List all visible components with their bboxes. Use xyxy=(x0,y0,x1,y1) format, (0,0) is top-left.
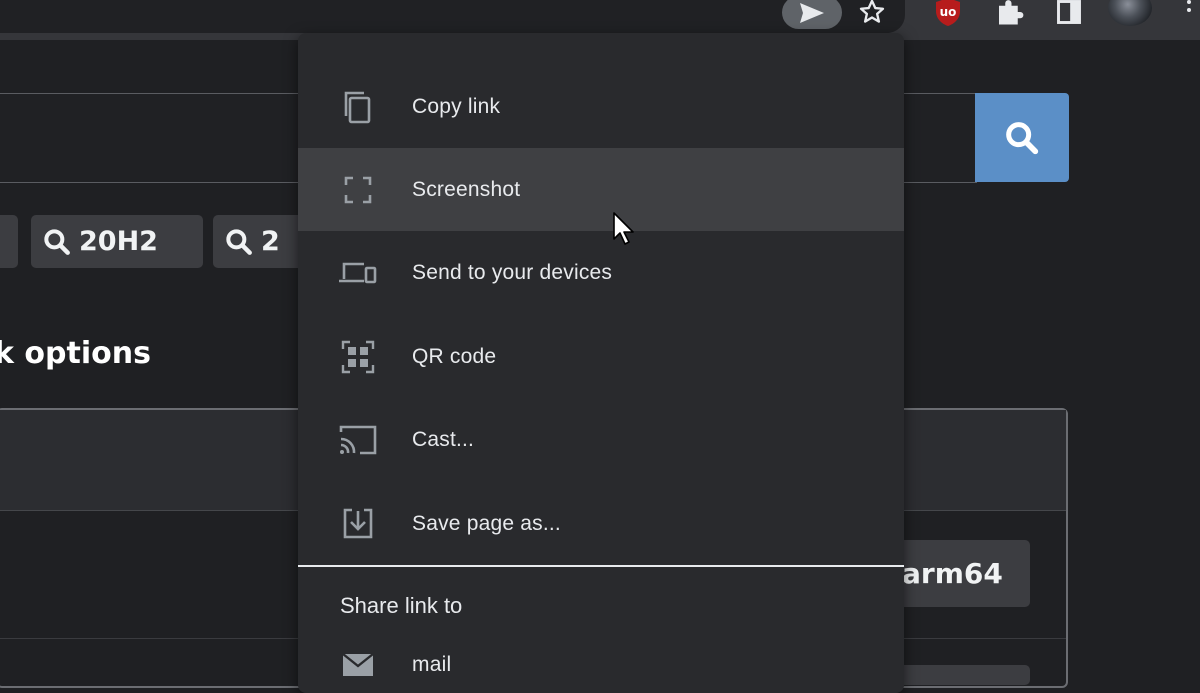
search-icon xyxy=(44,228,70,255)
ublock-extension-icon[interactable]: uo xyxy=(932,0,964,28)
share-menu: Copy link Screenshot Send to your device… xyxy=(298,33,904,693)
mail-icon xyxy=(338,645,378,685)
screenshot-icon xyxy=(338,170,378,210)
arm64-button[interactable]: arm64 xyxy=(898,540,1030,607)
menu-item-label: Send to your devices xyxy=(412,260,613,284)
share-section-title: Share link to xyxy=(340,593,463,618)
menu-item-copy-link[interactable]: Copy link xyxy=(298,65,904,148)
search-icon xyxy=(1006,121,1039,154)
menu-item-label: Save page as... xyxy=(412,511,561,535)
menu-item-label: Screenshot xyxy=(412,177,521,201)
address-bar[interactable] xyxy=(0,0,905,33)
menu-item-mail[interactable]: mail xyxy=(298,623,904,693)
menu-item-label: mail xyxy=(412,652,452,676)
bookmark-star-icon[interactable] xyxy=(856,0,888,28)
menu-item-label: Copy link xyxy=(412,94,501,118)
menu-separator xyxy=(298,565,904,567)
filter-chip-label: 2 xyxy=(261,226,280,257)
filter-chip-20h2[interactable]: 20H2 xyxy=(31,215,203,268)
copy-icon xyxy=(338,87,378,127)
section-heading: k options xyxy=(0,336,151,371)
filter-chip-2[interactable]: 2 xyxy=(213,215,303,268)
menu-item-label: Cast... xyxy=(412,427,475,451)
extensions-puzzle-icon[interactable] xyxy=(993,0,1025,28)
filter-chip-label: 20H2 xyxy=(79,226,158,257)
arm64-button-label: arm64 xyxy=(902,557,1003,590)
menu-item-send-to-devices[interactable]: Send to your devices xyxy=(298,231,904,314)
menu-item-label: QR code xyxy=(412,344,497,368)
cast-icon xyxy=(338,420,378,460)
filter-chip[interactable] xyxy=(0,215,18,268)
more-menu-icon[interactable] xyxy=(1178,0,1198,26)
menu-item-screenshot[interactable]: Screenshot xyxy=(298,148,904,231)
qr-code-icon xyxy=(338,337,378,377)
devices-icon xyxy=(338,253,378,293)
menu-item-cast[interactable]: Cast... xyxy=(298,398,904,481)
page-search-button[interactable] xyxy=(975,93,1069,182)
svg-text:uo: uo xyxy=(940,5,957,19)
send-tab-icon[interactable] xyxy=(782,0,842,29)
search-icon xyxy=(226,228,252,255)
side-panel-icon[interactable] xyxy=(1053,0,1085,28)
mouse-cursor-icon xyxy=(612,211,638,252)
download-button[interactable] xyxy=(898,665,1030,685)
menu-item-qr-code[interactable]: QR code xyxy=(298,315,904,398)
menu-item-save-page[interactable]: Save page as... xyxy=(298,482,904,565)
save-page-icon xyxy=(338,504,378,544)
profile-avatar[interactable] xyxy=(1108,0,1152,26)
